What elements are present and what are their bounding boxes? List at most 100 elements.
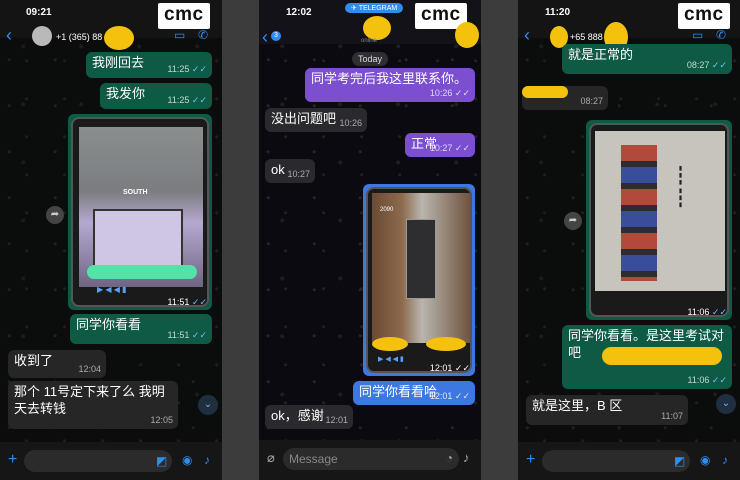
message-text: 我发你 (106, 86, 146, 101)
message-incoming[interactable]: ok 10:27 (265, 159, 315, 183)
status-time: 11:20 (545, 7, 571, 18)
camera-icon[interactable]: ◉ (182, 453, 192, 467)
brand-logo: cmc (678, 3, 730, 29)
message-time: 08:27 (580, 96, 603, 107)
scroll-down-icon[interactable]: ⌄ (198, 395, 218, 415)
sticker-icon[interactable]: ◩ (674, 454, 685, 468)
message-text: 我刚回去 (92, 55, 145, 70)
phone-call-icon[interactable]: ✆ (716, 28, 726, 42)
forward-icon[interactable]: ➦ (564, 212, 582, 230)
plus-icon[interactable]: + (526, 451, 535, 469)
screenshot-collage: 09:21 ‹ +1 (365) 88 cmc ▭ ✆ 我刚回去 11:25 ✓… (0, 0, 740, 480)
message-incoming[interactable]: 08:27 (522, 86, 608, 110)
microphone-icon[interactable]: ♪ (463, 450, 470, 465)
read-ticks-icon: ✓✓ (191, 95, 207, 106)
back-arrow-icon[interactable]: ‹ (6, 26, 12, 44)
photo-lockers (621, 145, 657, 281)
message-text: 没出问题吧 (271, 111, 337, 126)
message-outgoing[interactable]: 同学你看看 11:51 ✓✓ (70, 314, 212, 344)
read-ticks-icon: ✓✓ (454, 391, 470, 402)
redaction-mark (372, 337, 408, 351)
message-outgoing[interactable]: 就是正常的 08:27 ✓✓ (562, 44, 732, 74)
message-incoming[interactable]: 没出问题吧 10:26 (265, 108, 367, 132)
microphone-icon[interactable]: ♪ (204, 453, 210, 467)
photo-wall-sign: ▮▮▮ ▮▮▮ (677, 165, 683, 209)
message-time: 11:06 ✓✓ (687, 307, 727, 317)
message-text: 就是这里，B 区 (532, 398, 623, 413)
contact-number[interactable]: +65 888 (570, 32, 603, 42)
message-time: 12:01 (325, 415, 348, 426)
message-outgoing[interactable]: 我发你 11:25 ✓✓ (100, 83, 212, 109)
telegram-badge: ✈ TELEGRAM (345, 3, 404, 13)
photo-of-phone[interactable]: 2090 ▶ ◀ ◀ ▮ (366, 187, 472, 373)
contact-status: online (361, 38, 378, 44)
read-ticks-icon: ✓✓ (711, 375, 727, 386)
scroll-down-icon[interactable]: ⌄ (716, 394, 736, 414)
message-incoming[interactable]: 收到了 12:04 (8, 350, 106, 378)
photo-door (406, 219, 436, 299)
message-input[interactable] (542, 450, 690, 472)
attach-icon[interactable]: ⌀ (267, 450, 275, 466)
status-time: 09:21 (26, 7, 52, 18)
message-time: 12:01 ✓✓ (429, 363, 470, 373)
photo-of-phone[interactable]: ▮▮▮ ▮▮▮ (589, 123, 729, 317)
video-call-icon[interactable]: ▭ (692, 28, 703, 42)
message-incoming[interactable]: 那个 11号定下来了么 我明天去转钱 12:05 (8, 381, 178, 429)
message-text: 同学你看看 (76, 317, 142, 332)
plus-icon[interactable]: + (8, 451, 17, 469)
photo-room-number: 2090 (380, 207, 394, 213)
message-time: 10:26 ✓✓ (429, 88, 470, 99)
back-arrow-icon[interactable]: ‹ (262, 28, 268, 46)
message-input[interactable]: Message ◔ (283, 448, 459, 470)
message-time: 11:07 (661, 411, 683, 422)
sticker-icon[interactable]: ◩ (156, 454, 167, 468)
video-call-icon[interactable]: ▭ (174, 28, 185, 42)
contact-number[interactable]: +1 (365) 88 (56, 32, 102, 42)
message-time: 12:01 ✓✓ (429, 391, 470, 402)
read-ticks-icon: ✓✓ (711, 307, 727, 317)
message-text: 就是正常的 (568, 47, 634, 62)
message-incoming[interactable]: 就是这里，B 区 11:07 (526, 395, 688, 425)
message-outgoing[interactable]: 我刚回去 11:25 ✓✓ (86, 52, 212, 78)
read-ticks-icon: ✓✓ (454, 143, 470, 154)
message-incoming[interactable]: ok，感谢 12:01 (265, 405, 353, 429)
image-message[interactable]: ▮▮▮ ▮▮▮ 11:06 ✓✓ (586, 120, 732, 320)
unread-count-badge[interactable]: 3 (271, 31, 281, 41)
photo-building (595, 131, 725, 291)
message-outgoing[interactable]: 同学你看看哈 12:01 ✓✓ (353, 381, 475, 405)
message-time: 12:05 (150, 415, 173, 426)
message-time: 11:25 ✓✓ (167, 95, 207, 106)
message-time: 11:51 ✓✓ (167, 297, 207, 307)
read-ticks-icon: ✓✓ (191, 64, 207, 75)
message-outgoing[interactable]: 同学你看看。是这里考试对吧 11:06 ✓✓ (562, 325, 732, 389)
message-time: 11:51 ✓✓ (167, 330, 207, 341)
photo-sign: SOUTH (123, 189, 148, 196)
microphone-icon[interactable]: ♪ (722, 453, 728, 467)
phone-call-icon[interactable]: ✆ (198, 28, 208, 42)
message-text: ok (271, 162, 285, 177)
contact-avatar[interactable] (32, 26, 52, 46)
photo-of-phone[interactable]: SOUTH ▶ ◀ ◀ ▮ (71, 117, 209, 307)
message-time: 11:25 ✓✓ (167, 64, 207, 75)
status-time: 12:02 (286, 7, 312, 18)
message-input[interactable] (24, 450, 172, 472)
message-time: 10:26 (339, 118, 362, 129)
sticker-icon[interactable]: ◔ (446, 451, 453, 465)
message-time: 10:27 ✓✓ (429, 143, 470, 154)
redaction-mark (602, 347, 722, 365)
back-arrow-icon[interactable]: ‹ (524, 26, 530, 44)
brand-logo: cmc (158, 3, 210, 29)
redaction-mark (426, 337, 466, 351)
image-message[interactable]: SOUTH ▶ ◀ ◀ ▮ 11:51 ✓✓ (68, 114, 212, 310)
forward-icon[interactable]: ➦ (46, 206, 64, 224)
day-separator: Today (352, 52, 389, 66)
message-time: 10:27 (287, 169, 310, 180)
message-outgoing[interactable]: 正常 10:27 ✓✓ (405, 133, 475, 157)
message-text: 同学考完后我这里联系你。 (311, 71, 468, 86)
message-text: 同学你看看哈 (359, 384, 438, 399)
message-text: ok，感谢 (271, 408, 324, 423)
image-message[interactable]: 2090 ▶ ◀ ◀ ▮ 12:01 ✓✓ (363, 184, 475, 376)
message-text: 收到了 (14, 353, 54, 368)
message-outgoing[interactable]: 同学考完后我这里联系你。 10:26 ✓✓ (305, 68, 475, 102)
camera-icon[interactable]: ◉ (700, 453, 710, 467)
